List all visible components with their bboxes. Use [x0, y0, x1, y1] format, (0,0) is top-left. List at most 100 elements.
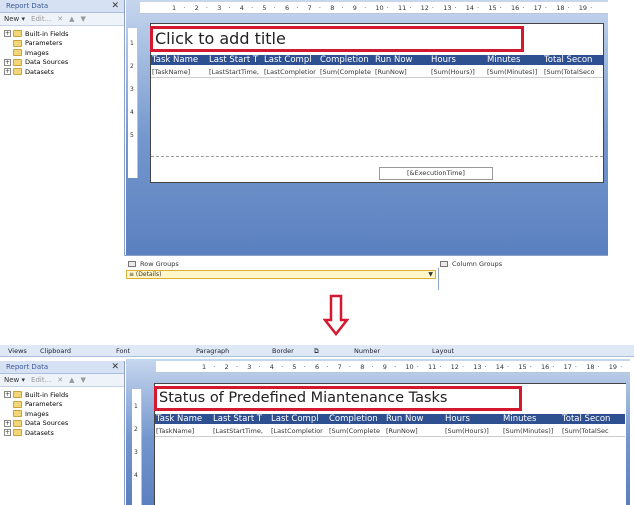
delete-icon[interactable]: ✕ — [57, 376, 63, 384]
table-cell[interactable]: Last Start T — [208, 55, 263, 65]
dialog-launcher-icon[interactable]: ⧉ — [314, 347, 319, 356]
ribbon-number[interactable]: Number — [354, 347, 380, 355]
table-cell[interactable]: [TaskName] — [155, 426, 212, 436]
close-icon[interactable]: ✕ — [111, 0, 119, 13]
ruler-tick: 16 — [511, 4, 520, 12]
tree-item-datasets[interactable]: + Datasets — [4, 67, 120, 77]
details-group[interactable]: ≡ (Details) ▼ — [126, 270, 436, 279]
report-canvas[interactable]: Click to add title Task Name Last Start T… — [150, 23, 604, 183]
table-cell[interactable]: Last Start T — [212, 414, 270, 424]
table-cell[interactable]: Completion — [319, 55, 374, 65]
data-tree: + Built-in Fields Parameters Images + Data… — [0, 26, 124, 80]
tree-item-label: Data Sources — [25, 58, 69, 67]
report-title[interactable]: Status of Predefined Miantenance Tasks — [154, 386, 522, 411]
expand-icon[interactable]: + — [4, 58, 11, 66]
ruler-minor-tick: · — [258, 363, 261, 371]
table-cell[interactable]: [LastCompletior — [270, 426, 328, 436]
ruler-tick: 8 — [330, 4, 335, 12]
tree-item-images[interactable]: Images — [4, 409, 120, 419]
ruler-tick: 17 — [563, 363, 572, 371]
report-title-placeholder[interactable]: Click to add title — [150, 26, 524, 52]
table-cell[interactable]: Last Compl — [270, 414, 328, 424]
tree-item-parameters[interactable]: Parameters — [4, 400, 120, 410]
table-row[interactable]: [TaskName] [LastStartTime, [LastCompletior… — [151, 67, 603, 78]
vruler-tick: 2 — [134, 426, 138, 433]
ruler-minor-tick: · — [303, 363, 306, 371]
new-button[interactable]: New ▾ — [4, 15, 25, 23]
move-down-icon[interactable]: ▼ — [81, 15, 86, 23]
ruler-tick: 15 — [518, 363, 527, 371]
ribbon-paragraph[interactable]: Paragraph — [196, 347, 229, 355]
tree-item-data-sources[interactable]: + Data Sources — [4, 58, 120, 68]
expand-icon[interactable]: + — [4, 419, 11, 427]
edit-button[interactable]: Edit... — [31, 15, 51, 23]
table-cell[interactable]: Last Compl — [263, 55, 319, 65]
table-cell[interactable]: Minutes — [502, 414, 561, 424]
table-header-row[interactable]: Task Name Last Start T Last Compl Completio… — [155, 414, 625, 424]
table-cell[interactable]: Task Name — [151, 55, 208, 65]
table-cell[interactable]: [Sum(Hours)] — [430, 67, 486, 77]
table-cell[interactable]: [Sum(Complete — [328, 426, 385, 436]
edit-button[interactable]: Edit... — [31, 376, 51, 384]
tree-item-built-in-fields[interactable]: + Built-in Fields — [4, 29, 120, 39]
table-cell[interactable]: Total Secon — [561, 414, 625, 424]
new-button[interactable]: New ▾ — [4, 376, 25, 384]
table-header-row[interactable]: Task Name Last Start T Last Compl Completio… — [151, 55, 603, 65]
table-cell[interactable]: Minutes — [486, 55, 543, 65]
ribbon-views[interactable]: Views — [8, 347, 27, 355]
close-icon[interactable]: ✕ — [111, 361, 119, 374]
table-cell[interactable]: [RunNow] — [385, 426, 444, 436]
expand-icon[interactable]: + — [4, 68, 11, 76]
ruler-tick: 6 — [315, 363, 320, 371]
ruler-tick: 16 — [541, 363, 550, 371]
tree-item-built-in-fields[interactable]: + Built-in Fields — [4, 390, 120, 400]
table-cell[interactable]: Hours — [444, 414, 502, 424]
folder-icon — [13, 400, 22, 408]
execution-time-textbox[interactable]: [&ExecutionTime] — [379, 167, 493, 180]
tree-item-parameters[interactable]: Parameters — [4, 39, 120, 49]
expand-icon[interactable]: + — [4, 429, 11, 437]
ribbon-border[interactable]: Border — [272, 347, 294, 355]
dropdown-arrow-icon[interactable]: ▼ — [428, 271, 433, 278]
table-cell[interactable]: [TaskName] — [151, 67, 208, 77]
pane-toolbar: New ▾ Edit... ✕ ▲ ▼ — [0, 13, 124, 26]
table-cell[interactable]: [Sum(TotalSec — [561, 426, 625, 436]
tree-item-images[interactable]: Images — [4, 48, 120, 58]
table-cell[interactable]: [Sum(TotalSeco — [543, 67, 603, 77]
ribbon-font[interactable]: Font — [116, 347, 130, 355]
table-cell[interactable]: [LastCompletior — [263, 67, 319, 77]
ruler-tick: 1 — [202, 363, 207, 371]
vruler-tick: 4 — [134, 472, 138, 479]
table-cell[interactable]: Hours — [430, 55, 486, 65]
table-cell[interactable]: [LastStartTime, — [212, 426, 270, 436]
table-cell[interactable]: [LastStartTime, — [208, 67, 263, 77]
table-cell[interactable]: [Sum(Hours)] — [444, 426, 502, 436]
folder-icon — [13, 391, 22, 399]
table-cell[interactable]: [Sum(Minutes)] — [502, 426, 561, 436]
tree-item-data-sources[interactable]: + Data Sources — [4, 419, 120, 429]
table-cell[interactable]: Task Name — [155, 414, 212, 424]
move-up-icon[interactable]: ▲ — [69, 15, 74, 23]
move-up-icon[interactable]: ▲ — [69, 376, 74, 384]
table-cell[interactable]: [RunNow] — [374, 67, 430, 77]
table-row[interactable]: [TaskName] [LastStartTime, [LastCompletior… — [155, 426, 625, 437]
delete-icon[interactable]: ✕ — [57, 15, 63, 23]
expand-icon[interactable]: + — [4, 30, 11, 38]
table-cell[interactable]: [Sum(Complete — [319, 67, 374, 77]
ruler-tick: 5 — [262, 4, 267, 12]
table-cell[interactable]: Total Secon — [543, 55, 603, 65]
tree-item-label: Images — [25, 409, 49, 418]
ribbon-layout[interactable]: Layout — [432, 347, 454, 355]
tree-item-datasets[interactable]: + Datasets — [4, 428, 120, 438]
table-cell[interactable]: Run Now — [385, 414, 444, 424]
details-label: ≡ (Details) — [129, 271, 162, 278]
report-canvas[interactable]: Status of Predefined Miantenance Tasks T… — [154, 383, 626, 505]
table-cell[interactable]: Completion — [328, 414, 385, 424]
ruler-tick: 7 — [307, 4, 312, 12]
ruler-minor-tick: · — [461, 363, 464, 371]
table-cell[interactable]: Run Now — [374, 55, 430, 65]
ribbon-clipboard[interactable]: Clipboard — [40, 347, 71, 355]
expand-icon[interactable]: + — [4, 391, 11, 399]
move-down-icon[interactable]: ▼ — [81, 376, 86, 384]
table-cell[interactable]: [Sum(Minutes)] — [486, 67, 543, 77]
